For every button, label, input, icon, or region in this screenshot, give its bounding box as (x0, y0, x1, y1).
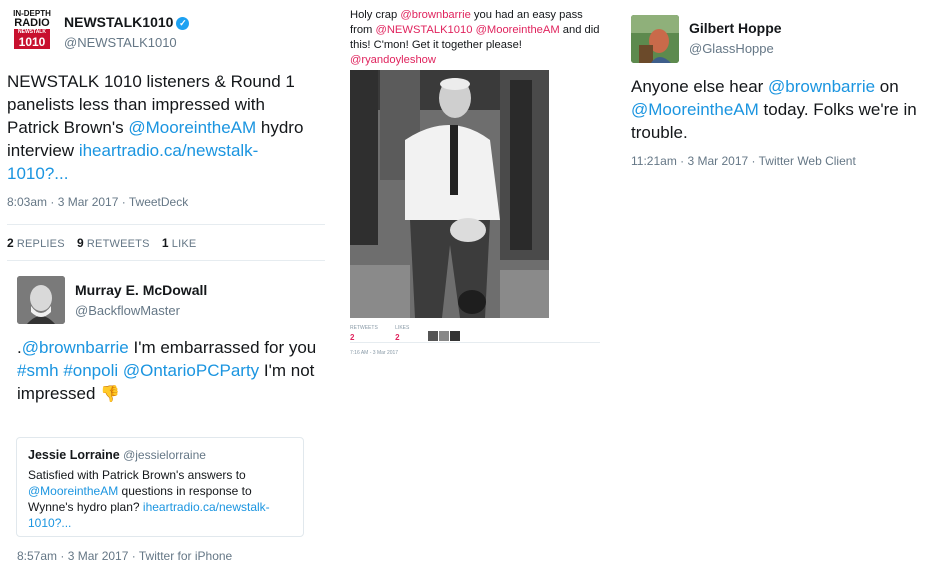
quote-text: Satisfied with Patrick Brown's answers t… (28, 467, 292, 531)
tweet3-author: Gilbert Hoppe @GlassHoppe (689, 20, 782, 56)
tweet3-mention2[interactable]: @MooreintheAM (631, 100, 759, 119)
divider (7, 260, 325, 261)
tweet1-meta: 8:03am · 3 Mar 2017 · TweetDeck (7, 195, 189, 209)
screenshot-tweet-text: Holy crap @brownbarrie you had an easy p… (350, 8, 608, 68)
liker-avatar (450, 331, 460, 341)
tweet3-t2: on (875, 77, 899, 96)
tweet1-author: NEWSTALK1010 ✓ @NEWSTALK1010 (64, 14, 190, 50)
shot-mention3: @MooreintheAM (475, 24, 560, 36)
replies-stat[interactable]: 2 REPLIES (7, 236, 65, 250)
tweet2-client: Twitter for iPhone (138, 549, 233, 563)
logo-line-2: RADIO (14, 17, 50, 29)
shot-retweets-count: 2 (350, 333, 355, 342)
divider (7, 224, 325, 225)
tweet2-text-mid: I'm embarrassed for you (128, 338, 317, 357)
likes-stat[interactable]: 1 LIKE (161, 236, 197, 250)
shot-retweets-label: RETWEETS (350, 325, 378, 331)
retweets-label: RETWEETS (86, 238, 150, 250)
shot-t1: Holy crap (350, 9, 401, 21)
logo-line-4: 1010 (14, 36, 50, 49)
replies-count: 2 (7, 236, 14, 250)
tweet3-t1: Anyone else hear (631, 77, 769, 96)
tweet2-date[interactable]: 3 Mar 2017 (68, 549, 129, 563)
tweet2-hashtag2[interactable]: #onpoli (63, 361, 118, 380)
avatar-image (17, 276, 65, 324)
tweet2-hashtag1[interactable]: #smh (17, 361, 59, 380)
shot-likes: LIKES 2 (395, 325, 409, 342)
tweet1-display-name[interactable]: NEWSTALK1010 (64, 14, 173, 30)
tweet1-date[interactable]: 3 Mar 2017 (58, 195, 119, 209)
retweets-count: 9 (77, 236, 84, 250)
quoted-tweet[interactable]: Jessie Lorraine @jessielorraine Satisfie… (16, 437, 304, 537)
thumbs-down-emoji: 👎 (100, 386, 121, 403)
likes-count: 1 (161, 236, 169, 250)
tweet2-display-name[interactable]: Murray E. McDowall (75, 282, 207, 298)
newstalk-logo-avatar[interactable]: IN-DEPTH RADIO NEWSTALK 1010 (8, 8, 56, 56)
tweet3-date[interactable]: 3 Mar 2017 (687, 154, 748, 168)
liker-avatar (439, 331, 449, 341)
quote-mention[interactable]: @MooreintheAM (28, 484, 118, 498)
photo-man-bowling (350, 70, 549, 318)
tweet2-time[interactable]: 8:57am (17, 549, 57, 563)
tweet2-mention1[interactable]: @brownbarrie (22, 338, 129, 357)
divider (350, 342, 600, 343)
replies-label: REPLIES (16, 238, 65, 250)
shot-mention2: @NEWSTALK1010 (375, 24, 473, 36)
shot-retweets: RETWEETS 2 (350, 325, 378, 342)
tweet3-handle[interactable]: @GlassHoppe (689, 41, 782, 56)
quote-handle: @jessielorraine (123, 448, 206, 462)
avatar-image (631, 15, 679, 63)
tweet3-text: Anyone else hear @brownbarrie on @Moorei… (631, 75, 926, 144)
tweet3-mention1[interactable]: @brownbarrie (768, 77, 875, 96)
tweet2-meta: 8:57am · 3 Mar 2017 · Twitter for iPhone (17, 549, 233, 563)
verified-badge-icon: ✓ (176, 17, 190, 30)
tweet3-meta: 11:21am · 3 Mar 2017 · Twitter Web Clien… (631, 154, 856, 168)
tweet1-text: NEWSTALK 1010 listeners & Round 1 paneli… (7, 70, 307, 185)
tweet2-text: .@brownbarrie I'm embarrassed for you #s… (17, 336, 317, 406)
tweet1-client: TweetDeck (128, 195, 189, 209)
tweet1-stats: 2 REPLIES 9 RETWEETS 1 LIKE (7, 236, 205, 250)
tweet2-mention2[interactable]: @OntarioPCParty (123, 361, 259, 380)
tweet2-avatar[interactable] (17, 276, 65, 324)
shot-mention1: @brownbarrie (400, 9, 471, 21)
shot-likes-label: LIKES (395, 325, 410, 331)
shot-mention4: @ryandoyleshow (350, 54, 436, 66)
tweet3-time[interactable]: 11:21am (631, 154, 677, 168)
tweet3-display-name[interactable]: Gilbert Hoppe (689, 20, 782, 36)
quote-display-name: Jessie Lorraine (28, 448, 120, 462)
tweet2-handle[interactable]: @BackflowMaster (75, 303, 207, 318)
liker-avatars (428, 328, 461, 346)
quote-text1: Satisfied with Patrick Brown's answers t… (28, 468, 246, 482)
shot-likes-count: 2 (395, 333, 400, 342)
embedded-tweet-screenshot[interactable]: Holy crap @brownbarrie you had an easy p… (345, 0, 607, 370)
tweet1-time[interactable]: 8:03am (7, 195, 47, 209)
likes-label: LIKE (171, 238, 197, 250)
screenshot-timestamp: 7:16 AM - 3 Mar 2017 (350, 350, 399, 356)
screenshot-stats: RETWEETS 2 LIKES 2 (350, 325, 425, 342)
tweet1-mention[interactable]: @MooreintheAM (128, 118, 256, 137)
liker-avatar (428, 331, 438, 341)
tweet2-author: Murray E. McDowall @BackflowMaster (75, 282, 207, 318)
photo-illustration (350, 70, 549, 318)
tweet1-handle[interactable]: @NEWSTALK1010 (64, 35, 189, 50)
tweet3-avatar[interactable] (631, 15, 679, 63)
retweets-stat[interactable]: 9 RETWEETS (77, 236, 150, 250)
tweet3-client: Twitter Web Client (758, 154, 856, 168)
